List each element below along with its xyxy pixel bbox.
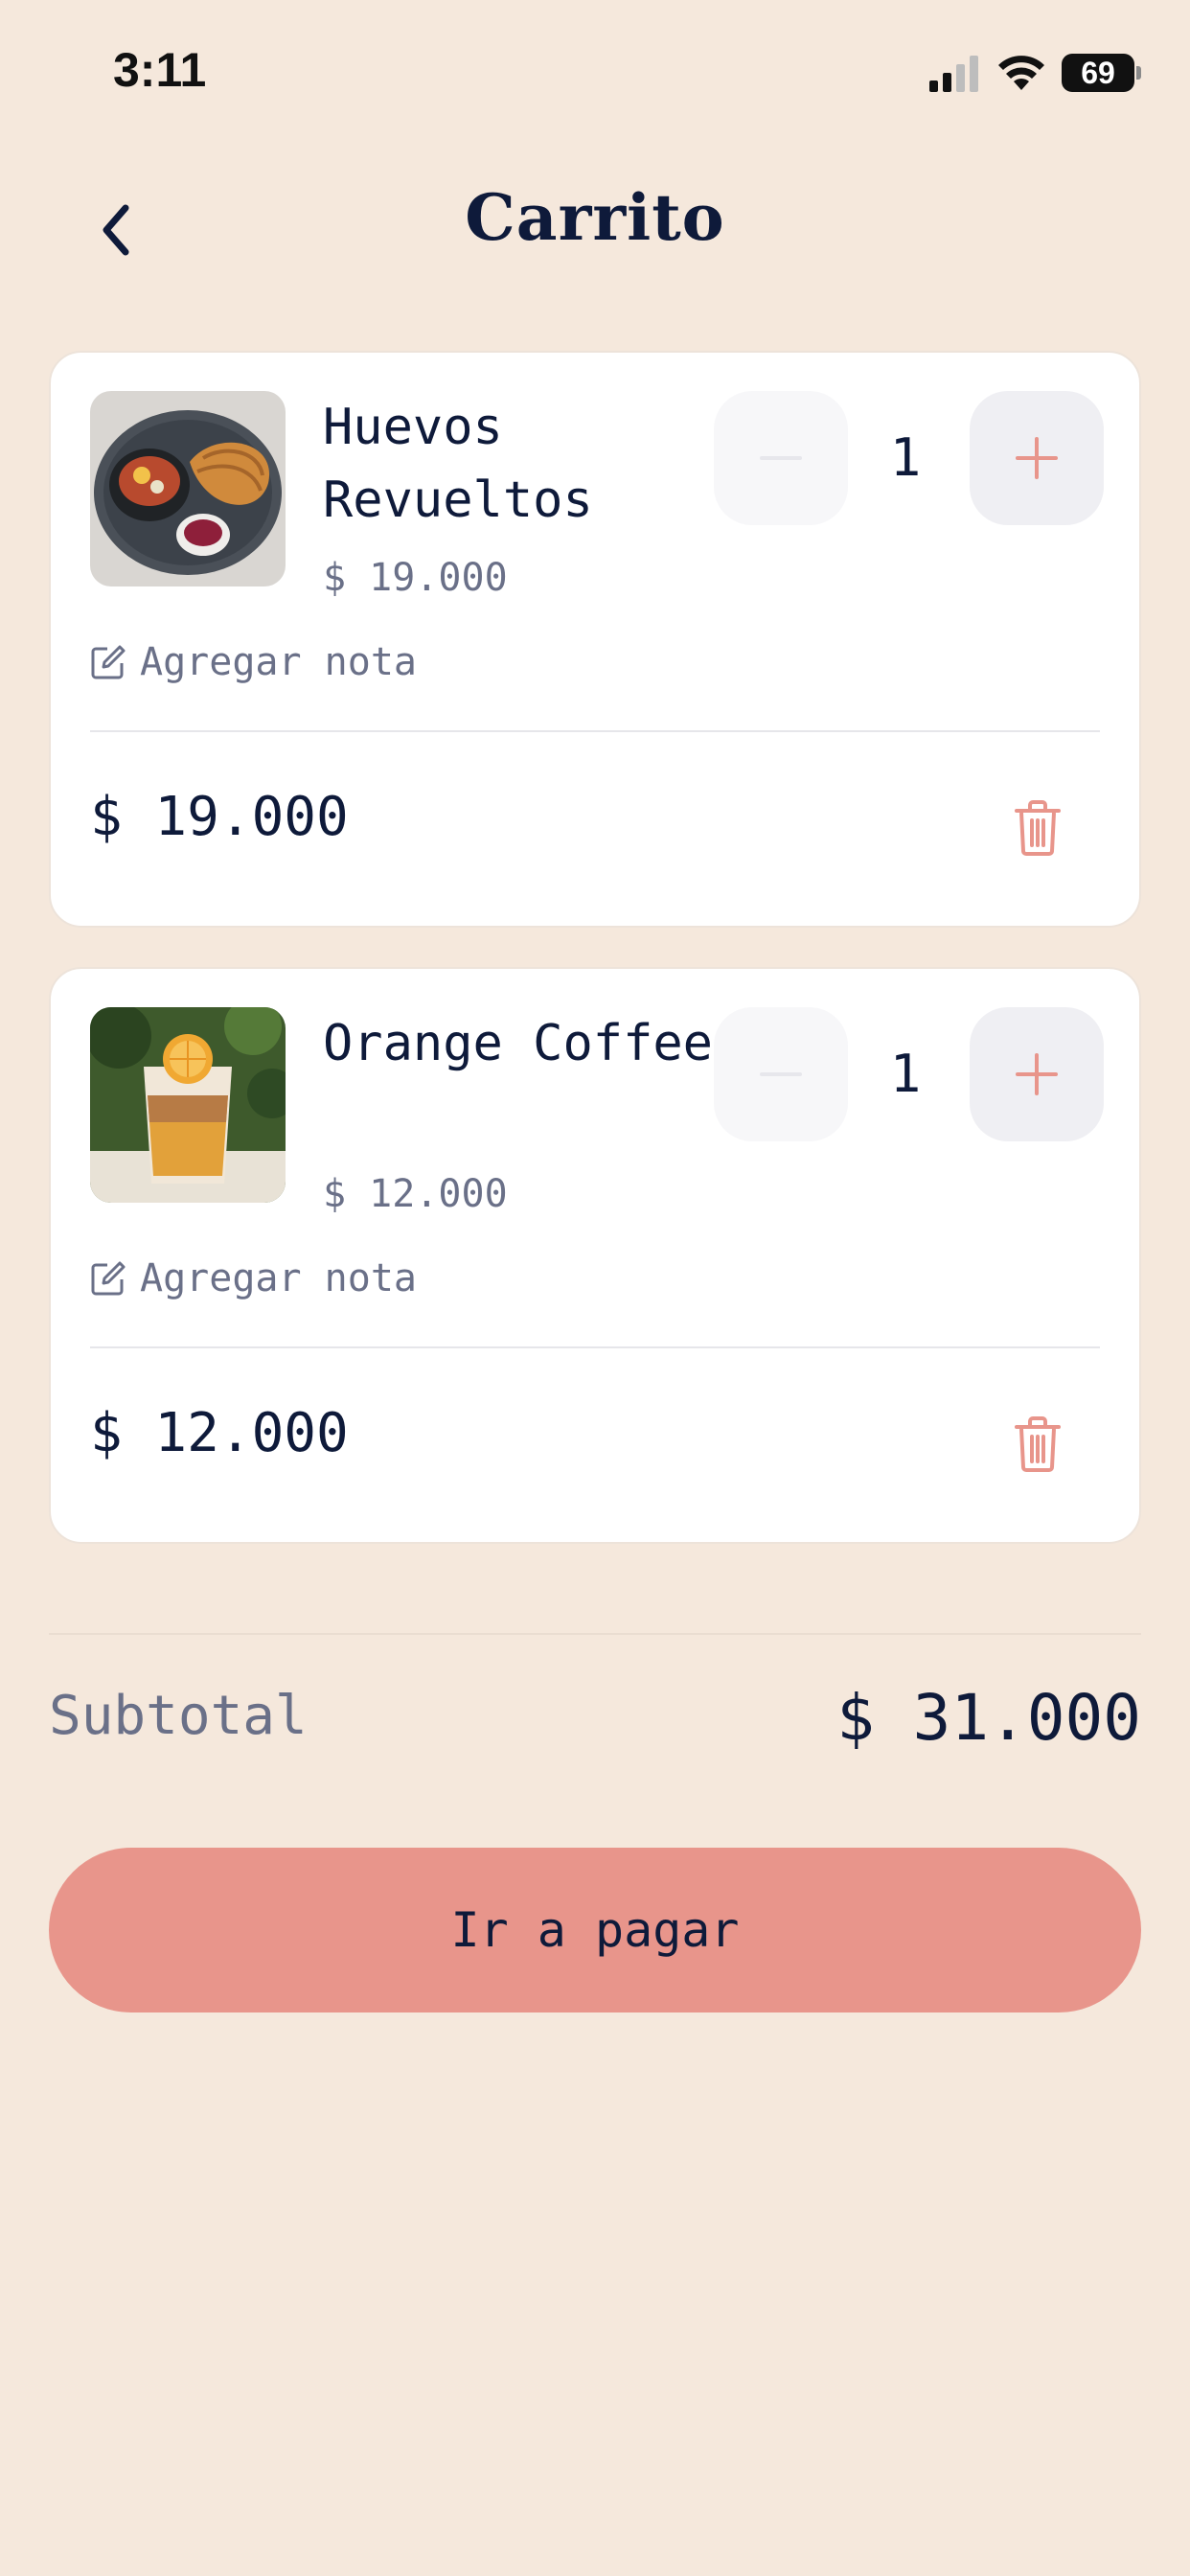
quantity-value: 1: [889, 427, 922, 488]
item-name: Huevos Revueltos: [323, 399, 593, 529]
item-name: Orange Coffee: [323, 1015, 713, 1072]
decrease-quantity-button[interactable]: [714, 391, 848, 525]
status-icons: 69: [927, 54, 1141, 92]
quantity-value: 1: [889, 1044, 922, 1104]
wifi-icon: [998, 56, 1044, 90]
delete-item-button[interactable]: [1007, 1410, 1068, 1479]
checkout-button[interactable]: Ir a pagar: [49, 1848, 1141, 2012]
add-note-label: Agregar nota: [140, 640, 417, 684]
add-note-label: Agregar nota: [140, 1256, 417, 1300]
card-divider: [90, 1346, 1100, 1348]
add-note-link[interactable]: Agregar nota: [90, 1256, 417, 1300]
item-unit-price: $ 19.000: [323, 556, 508, 600]
item-unit-price: $ 12.000: [323, 1172, 508, 1216]
delete-item-button[interactable]: [1007, 794, 1068, 862]
status-bar: 3:11 69: [0, 0, 1190, 144]
status-time: 3:11: [113, 43, 207, 97]
line-total: $ 19.000: [90, 786, 349, 848]
cart-item-card: Huevos Revueltos $ 19.000 1 Agregar nota…: [49, 351, 1141, 928]
increase-quantity-button[interactable]: [970, 391, 1104, 525]
minus-icon: [760, 1072, 802, 1076]
checkout-button-label: Ir a pagar: [450, 1902, 740, 1958]
cart-screen: 3:11 69 Carrito Huevos Revueltos $ 19.00…: [0, 0, 1190, 2576]
minus-icon: [760, 456, 802, 460]
edit-note-icon: [91, 645, 126, 679]
decrease-quantity-button[interactable]: [714, 1007, 848, 1141]
trash-icon: [1015, 800, 1061, 856]
subtotal-label: Subtotal: [49, 1685, 308, 1747]
page-title: Carrito: [465, 180, 725, 255]
summary-divider: [49, 1633, 1141, 1635]
product-image-huevos-revueltos: [90, 391, 286, 586]
edit-note-icon: [91, 1261, 126, 1296]
product-image-orange-coffee: [90, 1007, 286, 1203]
line-total: $ 12.000: [90, 1402, 349, 1464]
cart-item-card: Orange Coffee $ 12.000 1 Agregar nota $ …: [49, 967, 1141, 1544]
battery-icon: 69: [1062, 54, 1141, 92]
increase-quantity-button[interactable]: [970, 1007, 1104, 1141]
subtotal-value: $ 31.000: [836, 1681, 1141, 1755]
trash-icon: [1015, 1416, 1061, 1472]
cellular-signal-icon: [929, 56, 978, 92]
plus-icon: [1016, 437, 1058, 479]
card-divider: [90, 730, 1100, 732]
plus-icon: [1016, 1053, 1058, 1095]
add-note-link[interactable]: Agregar nota: [90, 640, 417, 684]
